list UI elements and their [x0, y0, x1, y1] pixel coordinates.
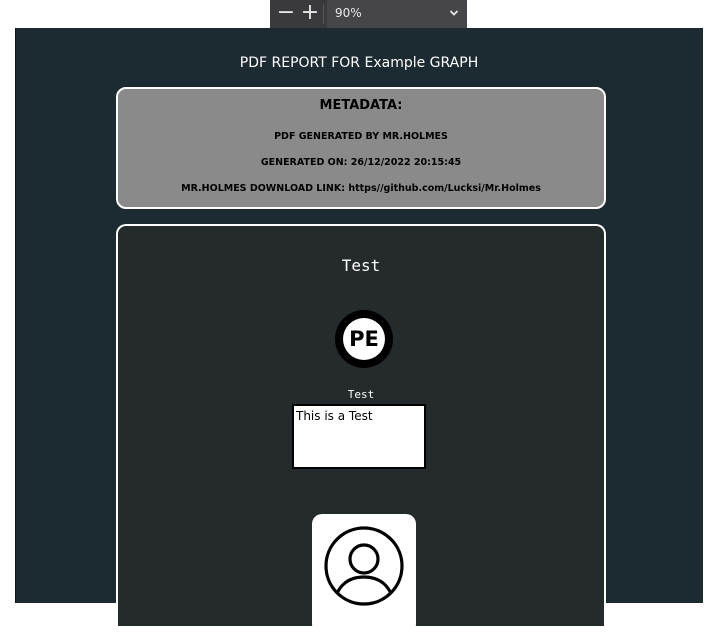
metadata-generated-by: PDF GENERATED BY MR.HOLMES: [274, 131, 448, 142]
page-edge: [15, 28, 16, 603]
field-label: Test: [347, 388, 375, 401]
toolbar-divider: [323, 4, 324, 24]
metadata-generated-on: GENERATED ON: 26/12/2022 20:15:45: [260, 157, 462, 168]
pe-logo-text: PE: [343, 318, 385, 360]
chevron-down-icon: [449, 10, 459, 16]
zoom-value: 90%: [335, 6, 362, 20]
zoom-controls: − + 90%: [270, 0, 467, 28]
zoom-select[interactable]: 90%: [327, 0, 467, 28]
avatar: [312, 514, 416, 634]
viewer-margin-left: [0, 28, 15, 603]
user-avatar-icon: [324, 526, 404, 606]
viewer-margin-right: [703, 28, 720, 603]
metadata-heading: METADATA:: [319, 98, 403, 113]
field-value-box: This is a Test: [292, 404, 426, 469]
metadata-download-link[interactable]: MR.HOLMES DOWNLOAD LINK: https//github.c…: [118, 183, 604, 194]
pe-logo-icon: PE: [335, 310, 393, 368]
pdf-toolbar: − + 90%: [0, 0, 720, 28]
zoom-in-button[interactable]: +: [296, 0, 324, 28]
report-card: Test PE Test This is a Test: [116, 224, 606, 634]
metadata-box: METADATA: PDF GENERATED BY MR.HOLMES GEN…: [116, 87, 606, 209]
pdf-page: PDF REPORT FOR Example GRAPH METADATA: P…: [15, 28, 703, 634]
card-title: Test: [341, 256, 381, 275]
report-title: PDF REPORT FOR Example GRAPH: [239, 55, 479, 71]
